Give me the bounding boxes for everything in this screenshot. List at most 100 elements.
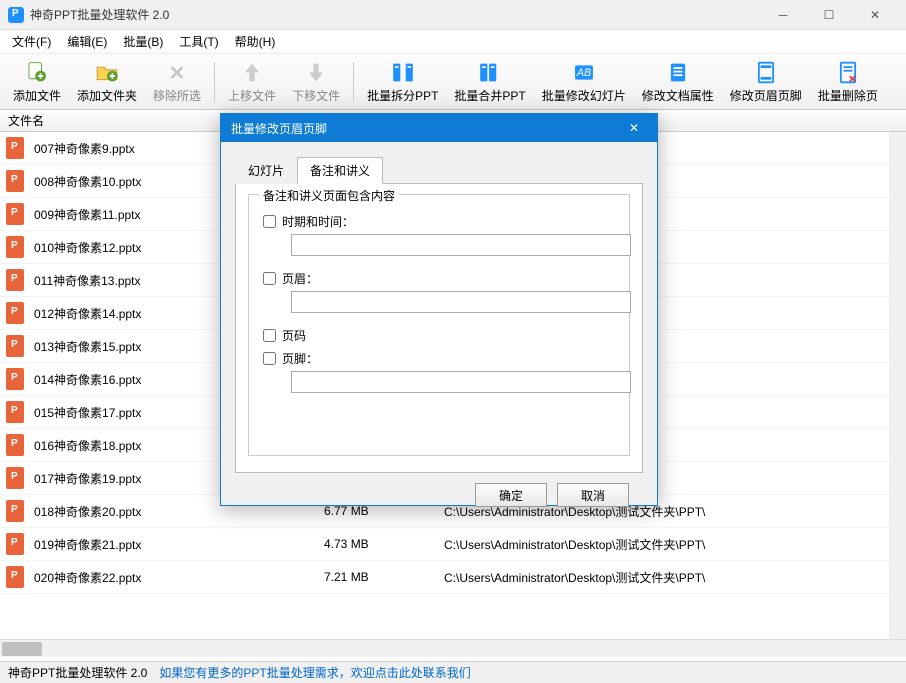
table-row[interactable]: 020神奇像素22.pptx7.21 MBC:\Users\Administra… xyxy=(0,561,906,594)
tool-remove-label: 移除所选 xyxy=(153,87,201,104)
tool-add-folder[interactable]: 添加文件夹 xyxy=(70,57,144,107)
toolbar-separator xyxy=(214,62,215,102)
close-button[interactable]: ✕ xyxy=(852,0,898,30)
ppt-file-icon xyxy=(6,269,24,291)
toolbar: 添加文件 添加文件夹 移除所选 上移文件 下移文件 批量拆分PPT 批量合并PP… xyxy=(0,54,906,110)
status-contact-link[interactable]: 如果您有更多的PPT批量处理需求，欢迎点击此处联系我们 xyxy=(159,664,470,681)
tool-move-down[interactable]: 下移文件 xyxy=(285,57,347,107)
svg-text:AB: AB xyxy=(576,67,591,79)
scroll-thumb[interactable] xyxy=(2,642,42,656)
tool-remove[interactable]: 移除所选 xyxy=(146,57,208,107)
ppt-file-icon xyxy=(6,500,24,522)
slides-icon: AB xyxy=(570,60,598,85)
label-footer: 页脚： xyxy=(282,350,318,367)
input-header[interactable] xyxy=(291,291,631,313)
input-datetime[interactable] xyxy=(291,234,631,256)
menubar: 文件(F) 编辑(E) 批量(B) 工具(T) 帮助(H) xyxy=(0,30,906,54)
dialog-tabs: 幻灯片 备注和讲义 xyxy=(235,157,643,184)
status-app-name: 神奇PPT批量处理软件 2.0 xyxy=(8,664,147,681)
statusbar: 神奇PPT批量处理软件 2.0 如果您有更多的PPT批量处理需求，欢迎点击此处联… xyxy=(0,661,906,683)
dialog-titlebar[interactable]: 批量修改页眉页脚 ✕ xyxy=(221,114,657,142)
tab-panel: 备注和讲义页面包含内容 时期和时间： 页眉： 页码 页脚： xyxy=(235,183,643,473)
checkbox-pagenum[interactable] xyxy=(263,329,276,342)
ppt-file-icon xyxy=(6,566,24,588)
ppt-file-icon xyxy=(6,236,24,258)
tool-delete-pages-label: 批量删除页 xyxy=(818,87,878,104)
label-datetime: 时期和时间： xyxy=(282,213,354,230)
titlebar: 神奇PPT批量处理软件 2.0 ─ ☐ ✕ xyxy=(0,0,906,30)
dialog-title: 批量修改页眉页脚 xyxy=(231,120,621,137)
menu-file[interactable]: 文件(F) xyxy=(6,31,57,52)
label-header: 页眉： xyxy=(282,270,318,287)
ppt-file-icon xyxy=(6,401,24,423)
remove-icon xyxy=(163,60,191,85)
menu-tools[interactable]: 工具(T) xyxy=(173,31,224,52)
add-folder-icon xyxy=(93,60,121,85)
cell-size: 4.73 MB xyxy=(324,537,444,551)
ppt-file-icon xyxy=(6,434,24,456)
menu-batch[interactable]: 批量(B) xyxy=(117,31,169,52)
tool-delete-pages[interactable]: 批量删除页 xyxy=(811,57,885,107)
toolbar-separator xyxy=(353,62,354,102)
col-header-name: 文件名 xyxy=(8,112,44,129)
tool-add-folder-label: 添加文件夹 xyxy=(77,87,137,104)
tool-add-file-label: 添加文件 xyxy=(13,87,61,104)
tool-modify-slides-label: 批量修改幻灯片 xyxy=(542,87,626,104)
cell-size: 7.21 MB xyxy=(324,570,444,584)
delete-pages-icon xyxy=(834,60,862,85)
table-row[interactable]: 019神奇像素21.pptx4.73 MBC:\Users\Administra… xyxy=(0,528,906,561)
cancel-button[interactable]: 取消 xyxy=(557,483,629,507)
tool-move-up-label: 上移文件 xyxy=(228,87,276,104)
ppt-file-icon xyxy=(6,533,24,555)
header-footer-dialog: 批量修改页眉页脚 ✕ 幻灯片 备注和讲义 备注和讲义页面包含内容 时期和时间： … xyxy=(220,113,658,506)
ppt-file-icon xyxy=(6,170,24,192)
dialog-close-button[interactable]: ✕ xyxy=(621,118,647,138)
merge-icon xyxy=(476,60,504,85)
window-title: 神奇PPT批量处理软件 2.0 xyxy=(30,6,760,23)
tool-header-footer[interactable]: 修改页眉页脚 xyxy=(723,57,809,107)
checkbox-footer[interactable] xyxy=(263,352,276,365)
ppt-file-icon xyxy=(6,467,24,489)
ppt-file-icon xyxy=(6,368,24,390)
tool-modify-slides[interactable]: AB 批量修改幻灯片 xyxy=(535,57,633,107)
group-title: 备注和讲义页面包含内容 xyxy=(259,187,399,204)
split-icon xyxy=(389,60,417,85)
ppt-file-icon xyxy=(6,203,24,225)
doc-props-icon xyxy=(664,60,692,85)
tool-split-label: 批量拆分PPT xyxy=(367,87,438,104)
horizontal-scrollbar[interactable] xyxy=(0,639,906,657)
label-pagenum: 页码 xyxy=(282,327,306,344)
cell-filename: 019神奇像素21.pptx xyxy=(34,536,324,553)
arrow-up-icon xyxy=(238,60,266,85)
tool-split[interactable]: 批量拆分PPT xyxy=(360,57,445,107)
header-footer-icon xyxy=(752,60,780,85)
tool-doc-props-label: 修改文档属性 xyxy=(642,87,714,104)
ppt-file-icon xyxy=(6,137,24,159)
tool-move-up[interactable]: 上移文件 xyxy=(221,57,283,107)
ok-button[interactable]: 确定 xyxy=(475,483,547,507)
tab-notes[interactable]: 备注和讲义 xyxy=(297,157,383,184)
tool-add-file[interactable]: 添加文件 xyxy=(6,57,68,107)
input-footer[interactable] xyxy=(291,371,631,393)
cell-path: C:\Users\Administrator\Desktop\测试文件夹\PPT… xyxy=(444,536,906,553)
maximize-button[interactable]: ☐ xyxy=(806,0,852,30)
tool-doc-props[interactable]: 修改文档属性 xyxy=(635,57,721,107)
cell-path: C:\Users\Administrator\Desktop\测试文件夹\PPT… xyxy=(444,569,906,586)
tool-header-footer-label: 修改页眉页脚 xyxy=(730,87,802,104)
checkbox-datetime[interactable] xyxy=(263,215,276,228)
add-file-icon xyxy=(23,60,51,85)
minimize-button[interactable]: ─ xyxy=(760,0,806,30)
ppt-file-icon xyxy=(6,302,24,324)
tab-slides[interactable]: 幻灯片 xyxy=(235,157,297,184)
tool-merge[interactable]: 批量合并PPT xyxy=(447,57,532,107)
arrow-down-icon xyxy=(302,60,330,85)
vertical-scrollbar[interactable] xyxy=(889,132,906,639)
app-icon xyxy=(8,7,24,23)
notes-content-group: 备注和讲义页面包含内容 时期和时间： 页眉： 页码 页脚： xyxy=(248,194,630,456)
checkbox-header[interactable] xyxy=(263,272,276,285)
menu-edit[interactable]: 编辑(E) xyxy=(61,31,113,52)
menu-help[interactable]: 帮助(H) xyxy=(229,31,282,52)
tool-merge-label: 批量合并PPT xyxy=(454,87,525,104)
cell-filename: 020神奇像素22.pptx xyxy=(34,569,324,586)
tool-move-down-label: 下移文件 xyxy=(292,87,340,104)
